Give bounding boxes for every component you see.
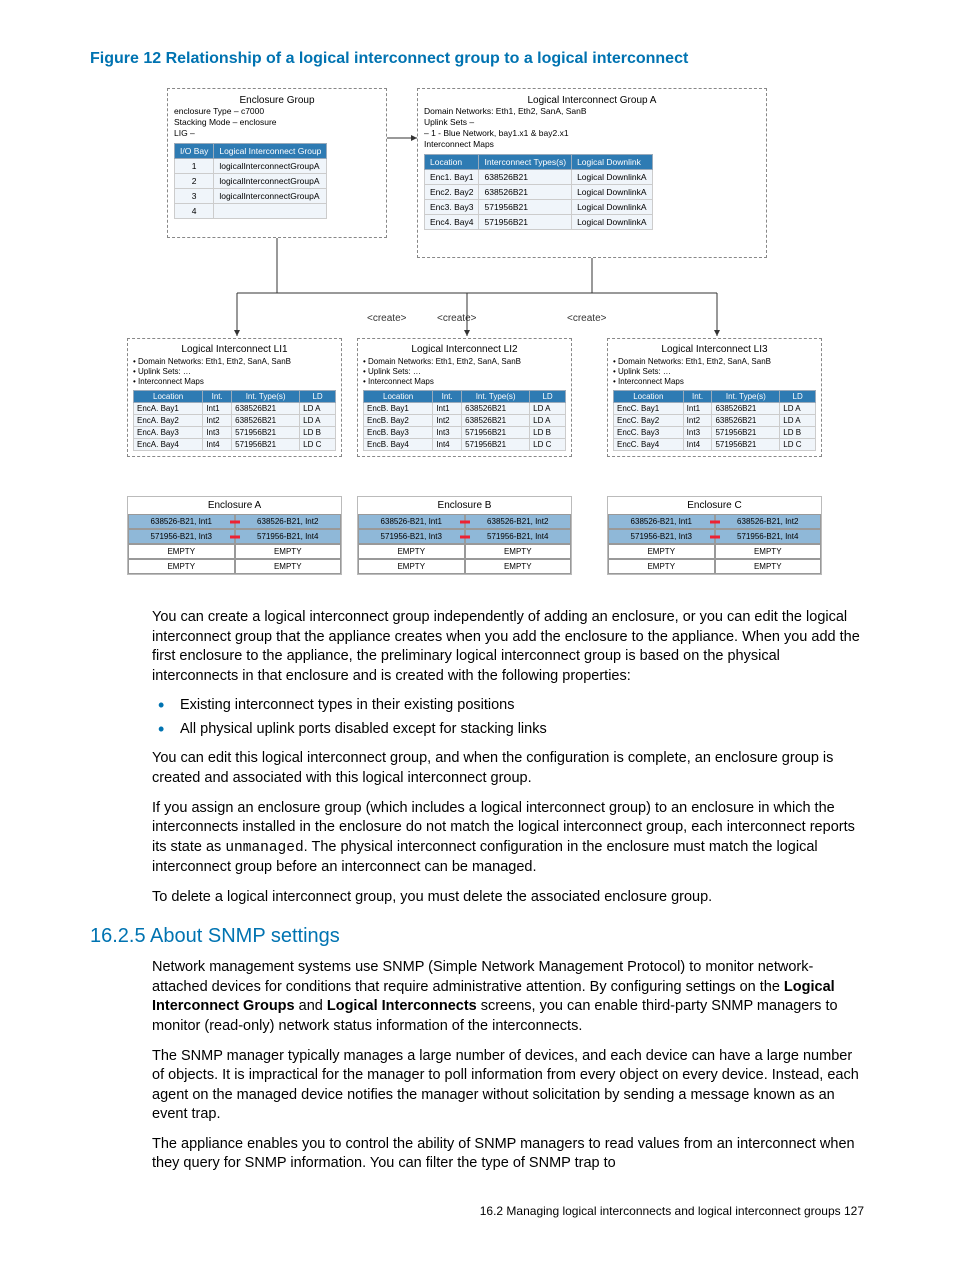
snmp-para-2: The SNMP manager typically manages a lar…	[152, 1047, 864, 1125]
para-2: You can edit this logical interconnect g…	[152, 749, 864, 788]
lig-table: Location Interconnect Types(s) Logical D…	[424, 154, 653, 230]
eg-hdr-io: I/O Bay	[175, 144, 214, 159]
lig-title: Logical Interconnect Group A	[424, 95, 760, 106]
bullet-1: Existing interconnect types in their exi…	[152, 696, 864, 716]
section-header-snmp: 16.2.5 About SNMP settings	[90, 925, 864, 948]
para-1: You can create a logical interconnect gr…	[152, 608, 864, 686]
para-3: If you assign an enclosure group (which …	[152, 799, 864, 878]
figure-title: Figure 12 Relationship of a logical inte…	[90, 50, 864, 68]
unmanaged-code: unmanaged	[225, 840, 303, 856]
create-label: <create>	[437, 313, 476, 324]
lig-hdr-it: Interconnect Types(s)	[479, 155, 572, 170]
para-4: To delete a logical interconnect group, …	[152, 888, 864, 908]
create-label: <create>	[567, 313, 606, 324]
lig-hdr-ld: Logical Downlink	[572, 155, 652, 170]
enclosure-group-table: I/O Bay Logical Interconnect Group 1logi…	[174, 143, 327, 219]
lig-lines: Domain Networks: Eth1, Eth2, SanA, SanBU…	[424, 106, 760, 150]
lig-hdr-loc: Location	[425, 155, 479, 170]
enclosure-group-lines: enclosure Type – c7000Stacking Mode – en…	[174, 106, 380, 139]
lig-box: Logical Interconnect Group A Domain Netw…	[417, 88, 767, 258]
snmp-para-1: Network management systems use SNMP (Sim…	[152, 958, 864, 1036]
snmp-para-3: The appliance enables you to control the…	[152, 1135, 864, 1174]
eg-hdr-lig: Logical Interconnect Group	[214, 144, 327, 159]
enclosure-c: Enclosure C638526-B21, Int1638526-B21, I…	[607, 496, 822, 575]
bullet-2: All physical uplink ports disabled excep…	[152, 720, 864, 740]
li-box-3: Logical Interconnect LI3 • Domain Networ…	[607, 338, 822, 457]
snmp1d: Logical Interconnects	[327, 998, 477, 1014]
figure-diagram: Enclosure Group enclosure Type – c7000St…	[127, 78, 827, 588]
li-box-2: Logical Interconnect LI2 • Domain Networ…	[357, 338, 572, 457]
enclosure-group-title: Enclosure Group	[174, 95, 380, 106]
snmp1c: and	[295, 998, 327, 1014]
enclosure-group-box: Enclosure Group enclosure Type – c7000St…	[167, 88, 387, 238]
create-label: <create>	[367, 313, 406, 324]
li-box-1: Logical Interconnect LI1 • Domain Networ…	[127, 338, 342, 457]
enclosure-a: Enclosure A638526-B21, Int1638526-B21, I…	[127, 496, 342, 575]
snmp1a: Network management systems use SNMP (Sim…	[152, 959, 813, 995]
page-footer: 16.2 Managing logical interconnects and …	[90, 1204, 864, 1218]
enclosure-b: Enclosure B638526-B21, Int1638526-B21, I…	[357, 496, 572, 575]
